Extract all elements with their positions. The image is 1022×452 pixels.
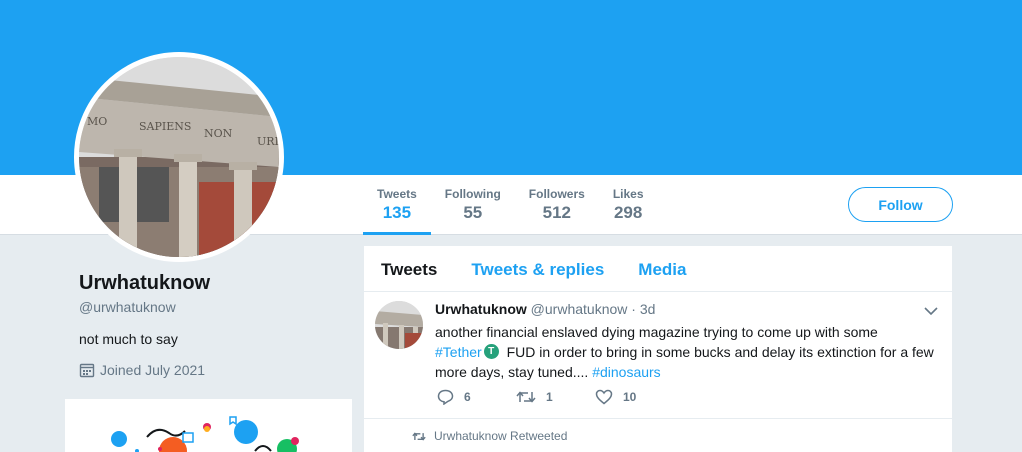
- like-count: 10: [623, 390, 637, 404]
- retweet-icon: [516, 391, 536, 403]
- hashtag-link[interactable]: #dinosaurs: [592, 364, 661, 380]
- retweeted-context: Urwhatuknow Retweeted: [412, 429, 567, 443]
- joined-date: Joined July 2021: [79, 362, 349, 378]
- tweet-author-handle[interactable]: @urwhatuknow: [531, 301, 628, 317]
- stat-value: 298: [613, 203, 643, 222]
- timeline-tabs: Tweets Tweets & replies Media: [364, 246, 952, 292]
- profile-handle[interactable]: @urwhatuknow: [79, 299, 349, 315]
- chevron-down-icon[interactable]: [924, 303, 938, 321]
- tweet-avatar-photo: [375, 301, 423, 349]
- reply-icon: [437, 389, 454, 405]
- tweet-text-part: FUD in order to bring in some bucks and …: [435, 344, 934, 380]
- inscription-1: MO: [87, 115, 107, 128]
- tab-tweets[interactable]: Tweets: [364, 246, 454, 291]
- stat-value: 512: [542, 203, 571, 222]
- stat-label: Followers: [528, 187, 585, 201]
- stat-label: Following: [444, 187, 501, 201]
- retweet-icon: [412, 431, 426, 441]
- retweet-count: 1: [546, 390, 553, 404]
- stat-label: Tweets: [377, 187, 417, 201]
- profile-stats: Tweets 135 Following 55 Followers 512 Li…: [363, 175, 658, 235]
- tweet-avatar[interactable]: [375, 301, 423, 349]
- tab-tweets-replies[interactable]: Tweets & replies: [454, 246, 621, 291]
- stat-following[interactable]: Following 55: [431, 175, 515, 235]
- timeline: Tweets Tweets & replies Media Urwhatukno…: [364, 246, 952, 452]
- stat-followers[interactable]: Followers 512: [515, 175, 599, 235]
- tweet-timestamp[interactable]: · 3d: [631, 301, 655, 317]
- tether-logo-icon: [483, 344, 499, 359]
- heart-icon: [595, 389, 613, 405]
- illustration-card: [65, 399, 352, 452]
- stat-value: 55: [463, 203, 483, 222]
- tweet-header: Urwhatuknow @urwhatuknow · 3d: [435, 301, 655, 317]
- retweet-button[interactable]: 1: [516, 389, 595, 405]
- tweet-text: another financial enslaved dying magazin…: [435, 322, 945, 382]
- avatar-photo: MO SAPIENS NON URIN: [79, 57, 279, 257]
- stat-value: 135: [382, 203, 412, 222]
- hashtag-link[interactable]: #Tether: [435, 344, 482, 360]
- tab-media[interactable]: Media: [621, 246, 703, 291]
- reply-count: 6: [464, 390, 471, 404]
- inscription-3: NON: [204, 127, 233, 140]
- tweet[interactable]: Urwhatuknow @urwhatuknow · 3d another fi…: [364, 292, 952, 419]
- tweet-actions: 6 1 10: [437, 389, 674, 405]
- follow-button[interactable]: Follow: [848, 187, 953, 222]
- profile-avatar[interactable]: MO SAPIENS NON URIN: [74, 52, 284, 262]
- tweet-text-part: another financial enslaved dying magazin…: [435, 324, 878, 340]
- stat-likes[interactable]: Likes 298: [599, 175, 658, 235]
- profile-name[interactable]: Urwhatuknow: [79, 272, 349, 295]
- profile-bio: not much to say: [79, 331, 178, 347]
- stat-label: Likes: [612, 187, 644, 201]
- tweet-author-name[interactable]: Urwhatuknow: [435, 301, 527, 317]
- like-button[interactable]: 10: [595, 389, 674, 405]
- illustration-graphic: [111, 416, 299, 452]
- inscription-4: URIN: [257, 135, 279, 148]
- inscription-2: SAPIENS: [139, 120, 191, 133]
- reply-button[interactable]: 6: [437, 389, 516, 405]
- stat-tweets[interactable]: Tweets 135: [363, 175, 431, 235]
- profile-card: Urwhatuknow @urwhatuknow not much to say…: [79, 272, 349, 378]
- retweeted-label[interactable]: Urwhatuknow Retweeted: [434, 429, 567, 443]
- calendar-icon: [79, 363, 95, 378]
- joined-text: Joined July 2021: [100, 362, 206, 378]
